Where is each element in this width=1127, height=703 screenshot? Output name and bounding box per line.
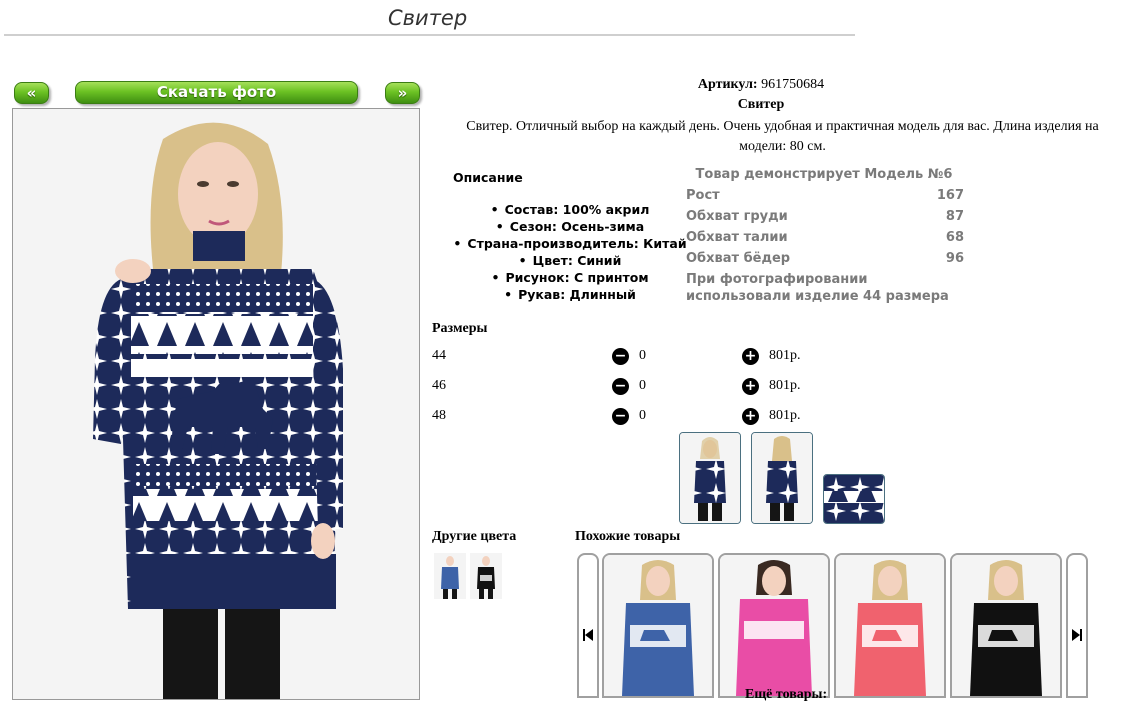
carousel-prev-button[interactable] [577, 553, 599, 698]
size-price: 801р. [769, 378, 801, 393]
size-label: 48 [432, 408, 446, 423]
details-item: Рукав: Длинный [440, 286, 700, 303]
model-row-label: Обхват груди [686, 209, 788, 224]
thumbnail-image [752, 433, 812, 523]
model-row-label: Рост [686, 188, 720, 203]
size-row: 44 − 0 + 801р. [432, 348, 832, 368]
model-note: При фотографировании использовали издели… [686, 272, 949, 304]
main-product-photo[interactable] [12, 108, 420, 700]
size-price: 801р. [769, 408, 801, 423]
title-divider [4, 34, 855, 36]
details-item: Состав: 100% акрил [440, 201, 700, 218]
color-variant-image [470, 553, 502, 599]
photo-thumbnail[interactable] [751, 432, 813, 524]
size-quantity: 0 [639, 378, 646, 393]
similar-product-image [604, 555, 712, 696]
details-list: Состав: 100% акрил Сезон: Осень-зима Стр… [440, 201, 700, 303]
size-price: 801р. [769, 348, 801, 363]
model-row-label: Обхват талии [686, 230, 788, 245]
size-quantity: 0 [639, 408, 646, 423]
prev-photo-button[interactable]: « [14, 82, 49, 104]
size-row: 48 − 0 + 801р. [432, 408, 832, 428]
thumbnail-image [680, 433, 740, 523]
color-variant-black[interactable] [470, 553, 502, 599]
carousel-next-button[interactable] [1066, 553, 1088, 698]
details-title: Описание [453, 170, 523, 185]
model-row-label: Обхват бёдер [686, 251, 791, 266]
next-photo-button[interactable]: » [385, 82, 420, 104]
photo-thumbnail[interactable] [823, 474, 885, 524]
skip-forward-icon [1072, 629, 1082, 641]
product-description: Свитер. Отличный выбор на каждый день. О… [466, 119, 1099, 154]
size-row: 46 − 0 + 801р. [432, 378, 832, 398]
similar-product-card[interactable] [834, 553, 946, 698]
details-item: Страна-производитель: Китай [440, 235, 700, 252]
plus-circle-icon[interactable]: + [742, 348, 759, 365]
details-item: Цвет: Синий [440, 252, 700, 269]
similar-product-card[interactable] [950, 553, 1062, 698]
page-title: Свитер [388, 6, 468, 30]
minus-circle-icon[interactable]: − [612, 378, 629, 395]
size-label: 46 [432, 378, 446, 393]
model-row-height: Рост 167 [686, 188, 964, 203]
product-name: Свитер [737, 97, 785, 112]
details-item: Сезон: Осень-зима [440, 218, 700, 235]
similar-product-card[interactable] [602, 553, 714, 698]
model-row-value: 167 [936, 188, 964, 203]
color-variant-blue[interactable] [434, 553, 466, 599]
model-row-waist: Обхват талии 68 [686, 230, 964, 245]
minus-circle-icon[interactable]: − [612, 408, 629, 425]
details-item: Рисунок: С принтом [440, 269, 700, 286]
article-value: 961750684 [761, 77, 825, 92]
sizes-title: Размеры [432, 321, 488, 336]
similar-product-image [836, 555, 944, 696]
more-products-title: Ещё товары: [745, 687, 828, 702]
minus-circle-icon[interactable]: − [612, 348, 629, 365]
plus-circle-icon[interactable]: + [742, 408, 759, 425]
other-colors-title: Другие цвета [432, 529, 517, 544]
plus-circle-icon[interactable]: + [742, 378, 759, 395]
model-sweater-image [13, 109, 419, 699]
color-variant-image [434, 553, 466, 599]
model-row-value: 87 [945, 209, 964, 224]
article-label: Артикул: [697, 77, 758, 92]
model-row-value: 96 [945, 251, 964, 266]
size-label: 44 [432, 348, 446, 363]
thumbnail-image [824, 475, 884, 523]
similar-product-image [720, 555, 828, 696]
model-row-chest: Обхват груди 87 [686, 209, 964, 224]
size-quantity: 0 [639, 348, 646, 363]
similar-product-card[interactable] [718, 553, 830, 698]
download-photo-button[interactable]: Скачать фото [75, 81, 358, 104]
photo-thumbnail[interactable] [679, 432, 741, 524]
model-title: Товар демонстрирует Модель №6 [695, 167, 953, 182]
similar-products-title: Похожие товары [575, 529, 681, 544]
skip-back-icon [583, 629, 593, 641]
article-number: Артикул: 961750684 [611, 77, 911, 93]
model-row-value: 68 [945, 230, 964, 245]
similar-product-image [952, 555, 1060, 696]
model-row-hips: Обхват бёдер 96 [686, 251, 964, 266]
